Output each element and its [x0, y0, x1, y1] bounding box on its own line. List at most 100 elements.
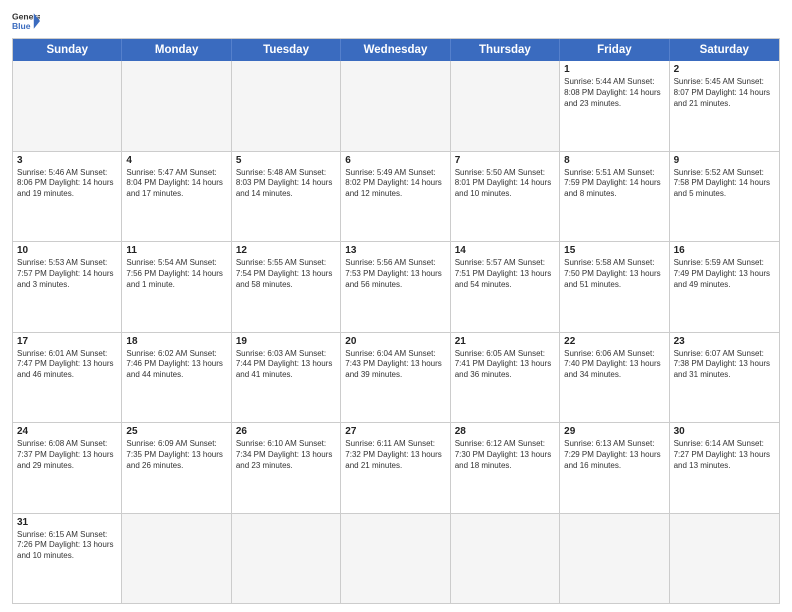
- calendar-cell: 14Sunrise: 5:57 AM Sunset: 7:51 PM Dayli…: [451, 242, 560, 332]
- cell-daylight-info: Sunrise: 6:02 AM Sunset: 7:46 PM Dayligh…: [126, 349, 226, 381]
- day-number: 17: [17, 336, 117, 347]
- calendar-body: 1Sunrise: 5:44 AM Sunset: 8:08 PM Daylig…: [13, 61, 779, 603]
- cell-daylight-info: Sunrise: 5:55 AM Sunset: 7:54 PM Dayligh…: [236, 258, 336, 290]
- calendar-cell: [232, 61, 341, 151]
- calendar-cell: 4 Sunrise: 5:47 AM Sunset: 8:04 PM Daylig…: [122, 152, 231, 242]
- cell-daylight-info: Sunrise: 5:47 AM Sunset: 8:04 PM Dayligh…: [126, 168, 226, 200]
- calendar-cell: 13 Sunrise: 5:56 AM Sunset: 7:53 PM Dayli…: [341, 242, 450, 332]
- day-header-thursday: Thursday: [451, 39, 560, 61]
- day-number: 16: [674, 245, 775, 256]
- cell-daylight-info: Sunrise: 5:51 AM Sunset: 7:59 PM Dayligh…: [564, 168, 664, 200]
- calendar-cell: [451, 514, 560, 604]
- day-number: 7: [455, 155, 555, 166]
- calendar-cell: 10Sunrise: 5:53 AM Sunset: 7:57 PM Dayli…: [13, 242, 122, 332]
- cell-daylight-info: Sunrise: 6:12 AM Sunset: 7:30 PM Dayligh…: [455, 439, 555, 471]
- calendar-cell: [122, 61, 231, 151]
- calendar-cell: 1Sunrise: 5:44 AM Sunset: 8:08 PM Daylig…: [560, 61, 669, 151]
- calendar-cell: 11Sunrise: 5:54 AM Sunset: 7:56 PM Dayli…: [122, 242, 231, 332]
- day-number: 23: [674, 336, 775, 347]
- day-number: 19: [236, 336, 336, 347]
- calendar-cell: 6Sunrise: 5:49 AM Sunset: 8:02 PM Daylig…: [341, 152, 450, 242]
- calendar-cell: 26 Sunrise: 6:10 AM Sunset: 7:34 PM Dayli…: [232, 423, 341, 513]
- cell-daylight-info: Sunrise: 6:14 AM Sunset: 7:27 PM Dayligh…: [674, 439, 775, 471]
- cell-daylight-info: Sunrise: 6:07 AM Sunset: 7:38 PM Dayligh…: [674, 349, 775, 381]
- calendar-cell: [451, 61, 560, 151]
- cell-daylight-info: Sunrise: 5:46 AM Sunset: 8:06 PM Dayligh…: [17, 168, 117, 200]
- calendar-cell: 23 Sunrise: 6:07 AM Sunset: 7:38 PM Dayli…: [670, 333, 779, 423]
- day-header-saturday: Saturday: [670, 39, 779, 61]
- day-number: 6: [345, 155, 445, 166]
- cell-daylight-info: Sunrise: 6:01 AM Sunset: 7:47 PM Dayligh…: [17, 349, 117, 381]
- calendar-week-3: 17 Sunrise: 6:01 AM Sunset: 7:47 PM Dayli…: [13, 332, 779, 423]
- day-number: 21: [455, 336, 555, 347]
- day-number: 26: [236, 426, 336, 437]
- calendar-cell: 17 Sunrise: 6:01 AM Sunset: 7:47 PM Dayli…: [13, 333, 122, 423]
- day-number: 2: [674, 64, 775, 75]
- calendar-cell: 7Sunrise: 5:50 AM Sunset: 8:01 PM Daylig…: [451, 152, 560, 242]
- day-number: 15: [564, 245, 664, 256]
- calendar: SundayMondayTuesdayWednesdayThursdayFrid…: [12, 38, 780, 604]
- day-number: 1: [564, 64, 664, 75]
- cell-daylight-info: Sunrise: 5:59 AM Sunset: 7:49 PM Dayligh…: [674, 258, 775, 290]
- calendar-cell: 28 Sunrise: 6:12 AM Sunset: 7:30 PM Dayli…: [451, 423, 560, 513]
- calendar-cell: [341, 61, 450, 151]
- calendar-cell: 25Sunrise: 6:09 AM Sunset: 7:35 PM Dayli…: [122, 423, 231, 513]
- calendar-cell: [341, 514, 450, 604]
- day-number: 5: [236, 155, 336, 166]
- calendar-cell: [560, 514, 669, 604]
- day-number: 24: [17, 426, 117, 437]
- calendar-cell: 16 Sunrise: 5:59 AM Sunset: 7:49 PM Dayli…: [670, 242, 779, 332]
- day-number: 31: [17, 517, 117, 528]
- cell-daylight-info: Sunrise: 5:52 AM Sunset: 7:58 PM Dayligh…: [674, 168, 775, 200]
- calendar-week-1: 3 Sunrise: 5:46 AM Sunset: 8:06 PM Daylig…: [13, 151, 779, 242]
- day-number: 13: [345, 245, 445, 256]
- calendar-cell: 31Sunrise: 6:15 AM Sunset: 7:26 PM Dayli…: [13, 514, 122, 604]
- calendar-week-0: 1Sunrise: 5:44 AM Sunset: 8:08 PM Daylig…: [13, 61, 779, 151]
- cell-daylight-info: Sunrise: 6:04 AM Sunset: 7:43 PM Dayligh…: [345, 349, 445, 381]
- cell-daylight-info: Sunrise: 6:13 AM Sunset: 7:29 PM Dayligh…: [564, 439, 664, 471]
- calendar-cell: 15 Sunrise: 5:58 AM Sunset: 7:50 PM Dayli…: [560, 242, 669, 332]
- day-number: 18: [126, 336, 226, 347]
- cell-daylight-info: Sunrise: 5:58 AM Sunset: 7:50 PM Dayligh…: [564, 258, 664, 290]
- generalblue-logo-icon: General Blue: [12, 10, 40, 32]
- calendar-header-row: SundayMondayTuesdayWednesdayThursdayFrid…: [13, 39, 779, 61]
- day-header-friday: Friday: [560, 39, 669, 61]
- day-number: 25: [126, 426, 226, 437]
- calendar-week-2: 10Sunrise: 5:53 AM Sunset: 7:57 PM Dayli…: [13, 241, 779, 332]
- calendar-cell: 5Sunrise: 5:48 AM Sunset: 8:03 PM Daylig…: [232, 152, 341, 242]
- day-number: 12: [236, 245, 336, 256]
- logo: General Blue: [12, 10, 40, 32]
- cell-daylight-info: Sunrise: 5:54 AM Sunset: 7:56 PM Dayligh…: [126, 258, 226, 290]
- cell-daylight-info: Sunrise: 6:08 AM Sunset: 7:37 PM Dayligh…: [17, 439, 117, 471]
- day-header-sunday: Sunday: [13, 39, 122, 61]
- calendar-cell: 22Sunrise: 6:06 AM Sunset: 7:40 PM Dayli…: [560, 333, 669, 423]
- calendar-cell: 21 Sunrise: 6:05 AM Sunset: 7:41 PM Dayli…: [451, 333, 560, 423]
- calendar-cell: 9 Sunrise: 5:52 AM Sunset: 7:58 PM Daylig…: [670, 152, 779, 242]
- calendar-cell: 2Sunrise: 5:45 AM Sunset: 8:07 PM Daylig…: [670, 61, 779, 151]
- calendar-cell: [13, 61, 122, 151]
- cell-daylight-info: Sunrise: 5:56 AM Sunset: 7:53 PM Dayligh…: [345, 258, 445, 290]
- cell-daylight-info: Sunrise: 6:10 AM Sunset: 7:34 PM Dayligh…: [236, 439, 336, 471]
- day-number: 30: [674, 426, 775, 437]
- day-number: 22: [564, 336, 664, 347]
- cell-daylight-info: Sunrise: 6:03 AM Sunset: 7:44 PM Dayligh…: [236, 349, 336, 381]
- calendar-cell: 18 Sunrise: 6:02 AM Sunset: 7:46 PM Dayli…: [122, 333, 231, 423]
- day-number: 29: [564, 426, 664, 437]
- svg-text:Blue: Blue: [12, 21, 31, 31]
- page-header: General Blue: [12, 10, 780, 32]
- day-header-wednesday: Wednesday: [341, 39, 450, 61]
- day-header-tuesday: Tuesday: [232, 39, 341, 61]
- cell-daylight-info: Sunrise: 6:11 AM Sunset: 7:32 PM Dayligh…: [345, 439, 445, 471]
- day-number: 3: [17, 155, 117, 166]
- calendar-cell: 19 Sunrise: 6:03 AM Sunset: 7:44 PM Dayli…: [232, 333, 341, 423]
- calendar-cell: [670, 514, 779, 604]
- day-header-monday: Monday: [122, 39, 231, 61]
- day-number: 4: [126, 155, 226, 166]
- day-number: 9: [674, 155, 775, 166]
- calendar-cell: 12 Sunrise: 5:55 AM Sunset: 7:54 PM Dayli…: [232, 242, 341, 332]
- day-number: 28: [455, 426, 555, 437]
- calendar-cell: 8Sunrise: 5:51 AM Sunset: 7:59 PM Daylig…: [560, 152, 669, 242]
- day-number: 14: [455, 245, 555, 256]
- calendar-cell: 30 Sunrise: 6:14 AM Sunset: 7:27 PM Dayli…: [670, 423, 779, 513]
- cell-daylight-info: Sunrise: 6:05 AM Sunset: 7:41 PM Dayligh…: [455, 349, 555, 381]
